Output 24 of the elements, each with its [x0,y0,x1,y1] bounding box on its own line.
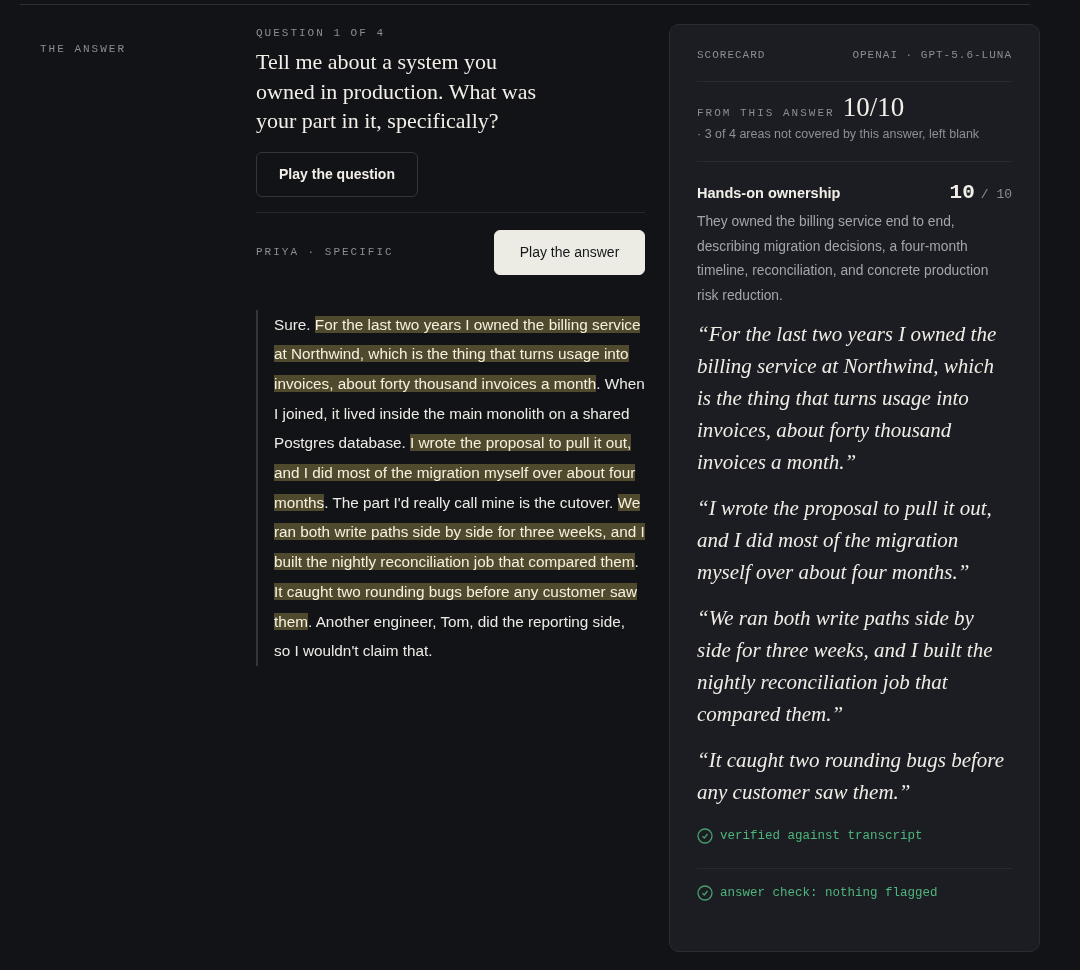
check-circle-icon [697,828,713,844]
criterion-name: Hands-on ownership [697,185,841,201]
check-circle-icon [697,885,713,901]
model-label: OPENAI · GPT-5.6-LUNA [852,49,1012,61]
scorecard-title: SCORECARD [697,49,766,61]
total-score: 10/10 [842,92,905,123]
section-label: THE ANSWER [40,43,126,55]
criterion-summary: They owned the billing service end to end, describing migration decisions, a four-month timeline, reconciliation, and concrete production risk reduction. [697,213,990,305]
evidence-quote: “We ran both write paths side by side for three weeks, and I built the nightly reconciliation job that compared them.” [697,605,994,728]
check-status: verified against transcript [720,829,923,843]
play-question-button[interactable]: Play the question [256,151,418,197]
evidence-quote: “For the last two years I owned the billing service at Northwind, which is the thing that turns usage into invoices, about forty thousand invoices a month.” [697,321,998,476]
question-counter: QUESTION 1 OF 4 [256,27,387,39]
play-answer-button[interactable]: Play the answer [494,229,645,275]
answer-transcript: Sure. For the last two years I owned the billing service at Northwind, which is the thing that turns usage into invoices, about forty thousand invoices a month. When I joined, it lived inside the main monolith on a shared Postgres database. I wrote the proposal to pull it out, and I did most of the migration myself over about four months. The part I'd really call mine is the cutover. We ran both write paths side by side for three weeks, and I built the nightly reconciliation job that compared them. It caught two rounding bugs before any customer saw them. Another engineer, Tom, did the reporting side, so I wouldn't claim that. [256,309,645,666]
from-answer-label: FROM THIS ANSWER [697,107,835,119]
evidence-quote: “It caught two rounding bugs before any customer saw them.” [697,747,1006,806]
criterion-score: 10 [949,181,975,204]
check-status: answer check: nothing flagged [720,886,938,900]
evidence-quote: “I wrote the proposal to pull it out, and I did most of the migration myself over about four months.” [697,495,993,586]
speaker-label: PRIYA · SPECIFIC [256,246,394,258]
criterion-max: / 10 [980,187,1012,202]
coverage-note: · 3 of 4 areas not covered by this answer, left blank [697,127,981,141]
question-text: Tell me about a system you owned in production. What was your part in it, specifically? [256,48,538,135]
